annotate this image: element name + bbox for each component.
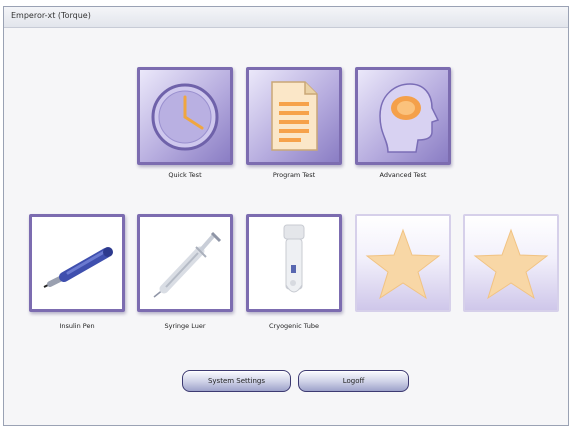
custom-test-tile-2[interactable]	[463, 214, 559, 312]
document-icon	[271, 81, 318, 151]
cryogenic-tube-tile[interactable]	[246, 214, 342, 312]
quick-test-tile[interactable]	[137, 67, 233, 165]
quick-test-label: Quick Test	[168, 171, 202, 179]
window-title: Emperor-xt (Torque)	[11, 11, 91, 20]
clock-icon	[151, 83, 219, 151]
title-bar[interactable]: Emperor-xt (Torque)	[4, 7, 568, 28]
program-test-tile[interactable]	[246, 67, 342, 165]
logoff-button[interactable]: Logoff	[298, 370, 409, 392]
insulin-pen-icon	[43, 247, 113, 288]
custom-test-tile-1[interactable]	[355, 214, 451, 312]
system-settings-button[interactable]: System Settings	[182, 370, 291, 392]
advanced-test-label: Advanced Test	[379, 171, 427, 179]
head-profile-icon	[379, 83, 440, 153]
insulin-pen-tile[interactable]	[29, 214, 125, 312]
star-icon	[365, 228, 441, 300]
cryogenic-tube-label: Cryogenic Tube	[269, 322, 319, 330]
syringe-luer-tile[interactable]	[137, 214, 233, 312]
star-icon	[473, 228, 549, 300]
program-test-label: Program Test	[272, 171, 316, 179]
insulin-pen-label: Insulin Pen	[59, 322, 95, 330]
syringe-icon	[153, 231, 222, 298]
syringe-luer-label: Syringe Luer	[164, 322, 206, 330]
cryogenic-tube-icon	[283, 224, 305, 293]
advanced-test-tile[interactable]	[355, 67, 451, 165]
